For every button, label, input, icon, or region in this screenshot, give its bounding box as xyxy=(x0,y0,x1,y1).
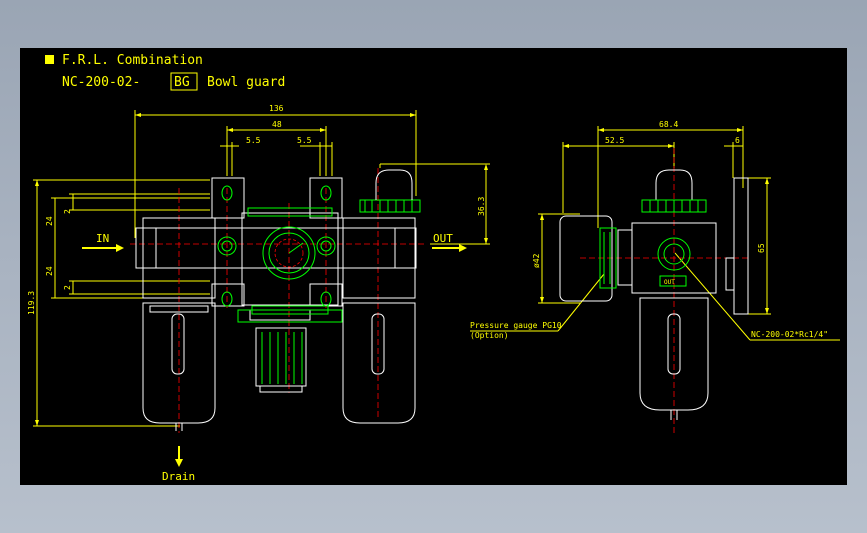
dim-52-5: 52.5 xyxy=(605,136,624,145)
dim-119-3: 119.3 xyxy=(27,291,36,315)
title-bullet-icon xyxy=(45,55,54,64)
label-gauge-line1: Pressure gauge PG10 xyxy=(470,321,562,330)
label-out: OUT xyxy=(433,232,453,245)
label-in: IN xyxy=(96,232,109,245)
dim-2-top: 2 xyxy=(63,209,72,214)
title-model-boxed: BG xyxy=(174,75,190,90)
dim-68-4: 68.4 xyxy=(659,120,678,129)
dim-2-bottom: 2 xyxy=(63,285,72,290)
dim-136: 136 xyxy=(269,104,284,113)
label-out-small: OUT xyxy=(664,279,675,286)
label-drain: Drain xyxy=(162,470,195,483)
dim-5-5-right: 5.5 xyxy=(297,136,312,145)
dim-65: 65 xyxy=(757,243,766,253)
cad-drawing-canvas: F.R.L. Combination NC-200-02- BG Bowl gu… xyxy=(20,48,847,485)
label-port: NC-200-02*Rc1/4" xyxy=(751,330,828,339)
dim-24-bottom: 24 xyxy=(45,266,54,276)
front-view: 136 48 5.5 5.5 36.3 119.3 24 24 2 2 IN O… xyxy=(27,104,490,483)
title-model-suffix: Bowl guard xyxy=(207,75,285,90)
dim-36-3: 36.3 xyxy=(477,197,486,216)
dim-5-5-left: 5.5 xyxy=(246,136,261,145)
cad-drawing: F.R.L. Combination NC-200-02- BG Bowl gu… xyxy=(27,53,840,483)
title-model-prefix: NC-200-02- xyxy=(62,75,140,90)
side-view: 68.4 52.5 6 65 ø42 Pressure gauge PG10 (… xyxy=(470,120,840,433)
dim-48: 48 xyxy=(272,120,282,129)
dim-24-top: 24 xyxy=(45,216,54,226)
title-line1: F.R.L. Combination xyxy=(62,53,203,68)
dim-phi42: ø42 xyxy=(532,253,541,268)
dim-6: 6 xyxy=(735,136,740,145)
label-gauge-line2: (Option) xyxy=(470,331,509,340)
